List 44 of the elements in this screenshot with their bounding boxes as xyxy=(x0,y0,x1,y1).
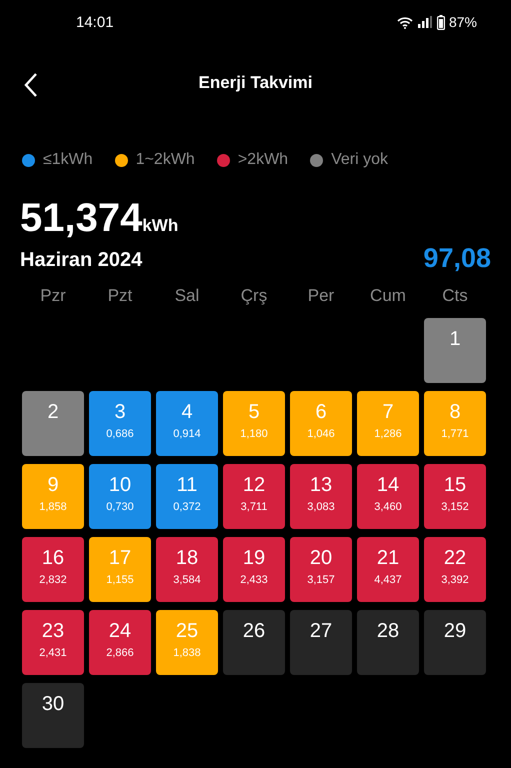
day-cell[interactable]: 22 3,392 xyxy=(424,537,486,602)
day-cell[interactable]: 28 xyxy=(357,610,419,675)
legend-label: Veri yok xyxy=(331,151,388,169)
day-cell[interactable]: 15 3,152 xyxy=(424,464,486,529)
screen-title: Enerji Takvimi xyxy=(198,73,312,93)
day-cell[interactable]: 3 0,686 xyxy=(89,391,151,456)
day-cell[interactable]: 27 xyxy=(290,610,352,675)
legend-label: 1~2kWh xyxy=(136,151,195,169)
status-time: 14:01 xyxy=(76,14,114,30)
day-cell[interactable]: 4 0,914 xyxy=(156,391,218,456)
day-cell[interactable]: 14 3,460 xyxy=(357,464,419,529)
weekday-label: Pzt xyxy=(106,286,134,307)
day-cell[interactable]: 10 0,730 xyxy=(89,464,151,529)
day-cell[interactable]: 19 2,433 xyxy=(223,537,285,602)
weekday-label: Çrş xyxy=(240,286,268,307)
day-cell[interactable]: 23 2,431 xyxy=(22,610,84,675)
energy-unit: kWh xyxy=(142,216,178,235)
legend-label: >2kWh xyxy=(238,151,288,169)
day-cell[interactable]: 2 xyxy=(22,391,84,456)
day-cell[interactable]: 13 3,083 xyxy=(290,464,352,529)
day-cell[interactable]: 21 4,437 xyxy=(357,537,419,602)
battery-percent: 87% xyxy=(448,14,477,30)
weekday-label: Sal xyxy=(174,286,200,307)
day-cell[interactable]: 26 xyxy=(223,610,285,675)
day-cell[interactable]: 24 2,866 xyxy=(89,610,151,675)
month-label: Haziran 2024 xyxy=(20,249,142,273)
day-cell[interactable]: 30 xyxy=(22,683,84,748)
day-cell[interactable]: 29 xyxy=(424,610,486,675)
weekday-label: Cts xyxy=(441,286,469,307)
day-cell[interactable]: 1 xyxy=(424,318,486,383)
legend-label: ≤1kWh xyxy=(43,151,93,169)
day-cell[interactable]: 16 2,832 xyxy=(22,537,84,602)
day-cell[interactable]: 11 0,372 xyxy=(156,464,218,529)
day-cell[interactable]: 12 3,711 xyxy=(223,464,285,529)
day-cell[interactable]: 20 3,157 xyxy=(290,537,352,602)
score-value: 97,08 xyxy=(423,243,491,274)
weekday-label: Per xyxy=(306,286,336,307)
weekday-label: Cum xyxy=(369,286,407,307)
total-energy: 51,374 xyxy=(20,196,142,241)
battery-icon xyxy=(436,14,445,30)
weekday-label: Pzr xyxy=(39,286,67,307)
day-cell[interactable]: 18 3,584 xyxy=(156,537,218,602)
signal-icon xyxy=(416,16,433,28)
wifi-icon xyxy=(396,16,413,28)
